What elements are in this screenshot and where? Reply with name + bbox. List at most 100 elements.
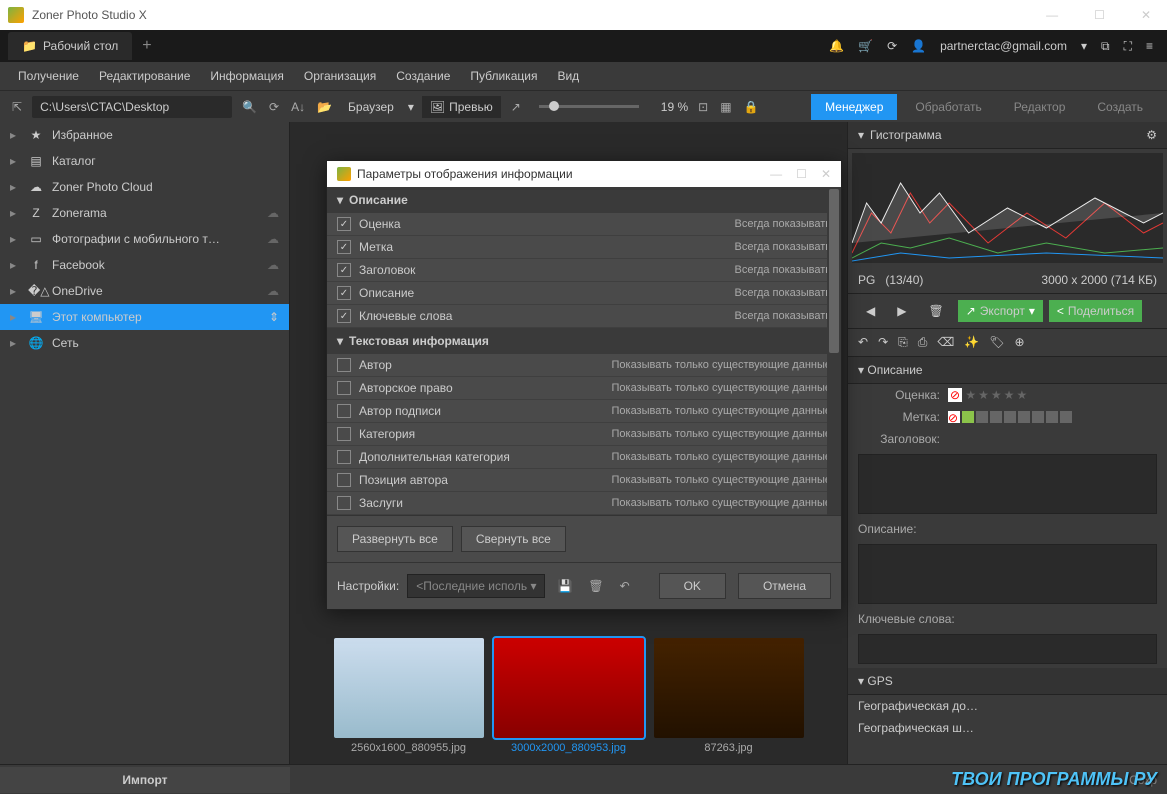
sidebar-item-4[interactable]: ▸▭Фотографии с мобильного т…☁ [0, 226, 289, 252]
sidebar-item-0[interactable]: ▸★Избранное [0, 122, 289, 148]
row-mode[interactable]: Показывать только существующие данные [611, 382, 831, 394]
menu-create[interactable]: Создание [388, 65, 458, 87]
row-mode[interactable]: Показывать только существующие данные [611, 474, 831, 486]
menu-icon[interactable]: ≡ [1146, 39, 1153, 53]
up-folder-icon[interactable]: ⇱ [10, 98, 24, 116]
menu-info[interactable]: Информация [202, 65, 291, 87]
dialog-row[interactable]: КатегорияПоказывать только существующие … [327, 423, 841, 446]
checkbox[interactable] [337, 286, 351, 300]
minimize-button[interactable]: — [1038, 4, 1066, 26]
thumbnail-2[interactable]: 87263.jpg [654, 638, 804, 754]
checkbox[interactable] [337, 358, 351, 372]
next-button[interactable]: ▶ [889, 300, 914, 322]
rating-value[interactable]: ⊘ ★★★★★ [948, 388, 1157, 402]
row-mode[interactable]: Всегда показывать [734, 310, 831, 322]
desc-input[interactable] [858, 544, 1157, 604]
mode-develop[interactable]: Обработать [901, 94, 995, 120]
sort-icon[interactable]: A↓ [289, 98, 307, 116]
thumbnail-1[interactable]: 3000x2000_880953.jpg [494, 638, 644, 754]
menu-acquire[interactable]: Получение [10, 65, 87, 87]
row-mode[interactable]: Показывать только существующие данные [611, 428, 831, 440]
sidebar-item-8[interactable]: ▸🌐Сеть [0, 330, 289, 356]
row-mode[interactable]: Показывать только существующие данные [611, 405, 831, 417]
search-icon[interactable]: 🔍 [240, 98, 259, 116]
delete-button[interactable]: 🗑 [920, 300, 951, 322]
dialog-row[interactable]: ОценкаВсегда показывать [327, 213, 841, 236]
add-icon[interactable]: ⊕ [1015, 335, 1025, 350]
dialog-row[interactable]: ЗаголовокВсегда показывать [327, 259, 841, 282]
row-mode[interactable]: Показывать только существующие данные [611, 497, 831, 509]
rotate-right-icon[interactable]: ↷ [878, 335, 888, 350]
checkbox[interactable] [337, 450, 351, 464]
cancel-button[interactable]: Отмена [738, 573, 831, 599]
menu-organize[interactable]: Организация [296, 65, 384, 87]
external-icon[interactable]: ↗ [509, 98, 523, 116]
folder-tree-icon[interactable]: 📂 [315, 98, 334, 116]
dialog-row[interactable]: Дополнительная категорияПоказывать тольк… [327, 446, 841, 469]
row-mode[interactable]: Всегда показывать [734, 241, 831, 253]
one-to-one-icon[interactable]: ▦ [718, 98, 733, 116]
checkbox[interactable] [337, 496, 351, 510]
preset-select[interactable]: <Последние исполь ▾ [407, 574, 545, 598]
collapse-all-button[interactable]: Свернуть все [461, 526, 566, 552]
sync-icon[interactable]: ⟳ [887, 39, 897, 53]
chevron-down-icon[interactable]: ▾ [408, 100, 414, 114]
checkbox[interactable] [337, 381, 351, 395]
expand-all-button[interactable]: Развернуть все [337, 526, 453, 552]
dialog-row[interactable]: ОписаниеВсегда показывать [327, 282, 841, 305]
tab-desktop[interactable]: 📁 Рабочий стол [8, 32, 132, 60]
title-input[interactable] [858, 454, 1157, 514]
tools-icon[interactable]: ✨ [964, 335, 979, 350]
mode-manager[interactable]: Менеджер [811, 94, 897, 120]
keywords-input[interactable] [858, 634, 1157, 664]
menu-publish[interactable]: Публикация [462, 65, 545, 87]
dialog-section-description[interactable]: ▾ Описание [327, 187, 841, 213]
sidebar-item-5[interactable]: ▸fFacebook☁ [0, 252, 289, 278]
import-button[interactable]: Импорт [0, 767, 290, 793]
browser-label[interactable]: Браузер [348, 100, 394, 114]
mode-create[interactable]: Создать [1083, 94, 1157, 120]
refresh-icon[interactable]: ⟳ [267, 98, 281, 116]
thumbnail-0[interactable]: 2560x1600_880955.jpg [334, 638, 484, 754]
dialog-row[interactable]: Авторское правоПоказывать только существ… [327, 377, 841, 400]
dialog-maximize-button[interactable]: ☐ [796, 167, 807, 181]
zoom-slider[interactable] [539, 105, 639, 108]
path-input[interactable]: C:\Users\CTAC\Desktop [32, 96, 232, 118]
dialog-row[interactable]: АвторПоказывать только существующие данн… [327, 354, 841, 377]
dialog-close-button[interactable]: ✕ [821, 167, 831, 181]
checkbox[interactable] [337, 217, 351, 231]
dialog-row[interactable]: ЗаслугиПоказывать только существующие да… [327, 492, 841, 515]
checkbox[interactable] [337, 240, 351, 254]
paste-icon[interactable]: ⎙ [918, 335, 928, 350]
user-email[interactable]: partnerctac@gmail.com [940, 39, 1067, 53]
copy-icon[interactable]: ⎘ [898, 335, 908, 350]
chevron-down-icon[interactable]: ▾ [1081, 39, 1087, 53]
checkbox[interactable] [337, 473, 351, 487]
row-mode[interactable]: Показывать только существующие данные [611, 359, 831, 371]
row-mode[interactable]: Всегда показывать [734, 264, 831, 276]
checkbox[interactable] [337, 427, 351, 441]
checkbox[interactable] [337, 404, 351, 418]
dialog-minimize-button[interactable]: — [770, 167, 782, 181]
menu-edit[interactable]: Редактирование [91, 65, 198, 87]
checkbox[interactable] [337, 263, 351, 277]
histogram-header[interactable]: ▾ Гистограмма ⚙ [848, 122, 1167, 149]
close-button[interactable]: ✕ [1133, 4, 1159, 26]
bell-icon[interactable]: 🔔 [829, 39, 844, 53]
gps-section-header[interactable]: ▾ GPS [848, 668, 1167, 695]
row-mode[interactable]: Показывать только существующие данные [611, 451, 831, 463]
dialog-section-text-info[interactable]: ▾ Текстовая информация [327, 328, 841, 354]
lock-zoom-icon[interactable]: 🔒 [742, 98, 761, 116]
fullscreen-icon[interactable]: ⛶ [1124, 39, 1132, 54]
dialog-row[interactable]: МеткаВсегда показывать [327, 236, 841, 259]
dialog-row[interactable]: Позиция автораПоказывать только существу… [327, 469, 841, 492]
tag-icon[interactable]: 🏷 [989, 335, 1004, 350]
export-button[interactable]: ↗ Экспорт ▾ [958, 300, 1043, 322]
dialog-row[interactable]: Автор подписиПоказывать только существую… [327, 400, 841, 423]
sidebar-item-3[interactable]: ▸ZZonerama☁ [0, 200, 289, 226]
mode-editor[interactable]: Редактор [1000, 94, 1080, 120]
rotate-left-icon[interactable]: ↶ [858, 335, 868, 350]
sidebar-item-7[interactable]: ▸🖥Этот компьютер⇕ [0, 304, 289, 330]
cart-icon[interactable]: 🛒 [858, 39, 873, 53]
gear-icon[interactable]: ⚙ [1146, 128, 1157, 142]
